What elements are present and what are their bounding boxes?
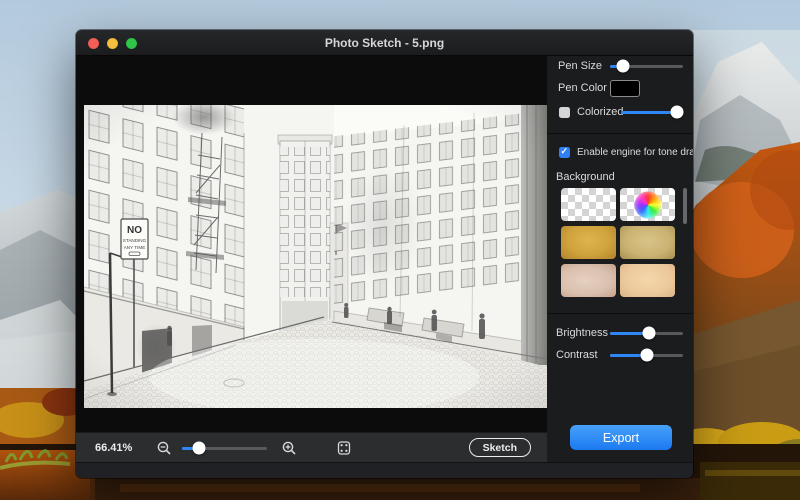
zoom-in-icon[interactable] <box>281 440 297 456</box>
colorized-label: Colorized <box>577 106 621 118</box>
sketch-button[interactable]: Sketch <box>469 438 531 457</box>
titlebar[interactable]: Photo Sketch - 5.png <box>76 30 693 56</box>
zoom-slider-thumb[interactable] <box>193 442 206 455</box>
colorized-row: Colorized <box>559 104 683 120</box>
contrast-slider[interactable] <box>610 348 683 362</box>
background-option-color-wheel[interactable] <box>620 188 675 221</box>
colorized-slider[interactable] <box>621 105 683 119</box>
colorized-fill <box>621 111 677 114</box>
background-row: Background <box>556 169 683 185</box>
separator <box>547 313 693 314</box>
window-title: Photo Sketch - 5.png <box>76 30 693 56</box>
sidebar: Pen Size Pen Color Colorized <box>547 56 693 462</box>
pen-size-row: Pen Size <box>558 58 683 74</box>
colorized-thumb[interactable] <box>671 106 684 119</box>
background-option-gold-paper[interactable] <box>561 226 616 259</box>
brightness-slider[interactable] <box>610 326 683 340</box>
tone-engine-row: Enable engine for tone drawing <box>559 144 683 160</box>
background-scrollbar[interactable] <box>683 188 687 224</box>
zoom-slider[interactable] <box>182 441 267 455</box>
app-window: Photo Sketch - 5.png <box>76 30 693 478</box>
contrast-label: Contrast <box>556 349 610 361</box>
window-footer <box>76 462 693 478</box>
canvas-area: NO STANDING ANY TIME <box>76 56 547 432</box>
contrast-row: Contrast <box>556 347 683 363</box>
status-bar: 66.41% <box>76 432 547 462</box>
tone-engine-checkbox[interactable] <box>559 147 570 158</box>
background-option-tan-paper[interactable] <box>620 226 675 259</box>
contrast-thumb[interactable] <box>641 349 654 362</box>
pen-size-label: Pen Size <box>558 60 610 72</box>
zoom-out-icon[interactable] <box>156 440 172 456</box>
brightness-label: Brightness <box>556 327 610 339</box>
background-option-rose-paper[interactable] <box>561 264 616 297</box>
background-option-transparent[interactable] <box>561 188 616 221</box>
pen-color-label: Pen Color <box>558 82 610 94</box>
pen-color-row: Pen Color <box>558 78 683 98</box>
brightness-thumb[interactable] <box>642 327 655 340</box>
pen-size-slider[interactable] <box>610 59 683 73</box>
zoom-level: 66.41% <box>95 433 132 463</box>
fit-to-window-icon[interactable] <box>336 440 352 456</box>
desktop: Photo Sketch - 5.png <box>0 0 800 500</box>
separator <box>547 133 693 134</box>
pen-color-swatch[interactable] <box>610 80 640 97</box>
pen-size-thumb[interactable] <box>617 60 630 73</box>
background-grid <box>561 188 674 297</box>
tone-engine-label: Enable engine for tone drawing <box>577 147 693 158</box>
colorized-checkbox[interactable] <box>559 107 570 118</box>
background-label: Background <box>556 171 615 183</box>
export-button[interactable]: Export <box>570 425 672 450</box>
brightness-row: Brightness <box>556 325 683 341</box>
sketch-image: NO STANDING ANY TIME <box>84 105 547 408</box>
background-option-peach-paper[interactable] <box>620 264 675 297</box>
